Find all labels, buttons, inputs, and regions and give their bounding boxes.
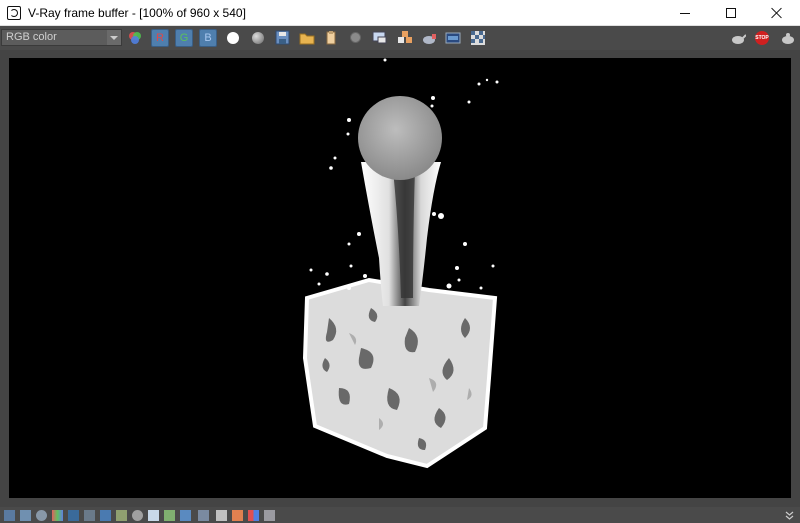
dr-icon[interactable] xyxy=(445,30,461,46)
vray-logo-icon xyxy=(7,5,21,20)
maximize-icon xyxy=(726,8,736,18)
title-bar: V-Ray frame buffer - [100% of 960 x 540] xyxy=(0,0,800,26)
clear-icon[interactable] xyxy=(323,30,339,46)
histogram-icon[interactable] xyxy=(100,510,111,521)
stop-icon[interactable]: STOP xyxy=(755,31,769,45)
chevron-down-icon[interactable] xyxy=(784,510,795,521)
window-title: V-Ray frame buffer - [100% of 960 x 540] xyxy=(28,5,246,20)
chevron-down-icon xyxy=(107,30,121,45)
levels-icon[interactable] xyxy=(164,510,175,521)
gray-sphere-icon[interactable] xyxy=(252,32,264,44)
view-clamped-icon[interactable] xyxy=(20,510,31,521)
channel-colors-icon[interactable] xyxy=(127,30,143,46)
toolbar: RGB color R G B STOP xyxy=(0,26,800,50)
rendered-image xyxy=(302,58,499,469)
folder-icon[interactable] xyxy=(299,30,315,46)
color-clamp-icon[interactable] xyxy=(4,510,15,521)
track-mouse-icon[interactable] xyxy=(372,30,388,46)
maximize-button[interactable] xyxy=(708,0,754,26)
green-channel-button[interactable]: G xyxy=(175,29,193,47)
save-icon[interactable] xyxy=(275,30,291,46)
close-icon xyxy=(771,7,783,19)
curves-icon[interactable] xyxy=(116,510,127,521)
lens-icon[interactable] xyxy=(36,510,47,521)
ocio-icon[interactable] xyxy=(198,510,209,521)
checker-icon[interactable] xyxy=(470,30,486,46)
compare-icon[interactable] xyxy=(232,510,243,521)
close-button[interactable] xyxy=(754,0,800,26)
minimize-button[interactable] xyxy=(662,0,708,26)
status-bar xyxy=(0,507,800,523)
region-icon[interactable] xyxy=(397,30,413,46)
lut-icon[interactable] xyxy=(180,510,191,521)
settings-icon[interactable] xyxy=(132,510,143,521)
red-channel-button[interactable]: R xyxy=(151,29,169,47)
ab-compare-icon[interactable] xyxy=(248,510,259,521)
minimize-icon xyxy=(680,12,690,14)
channel-select[interactable]: RGB color xyxy=(1,29,122,46)
color-corrections-icon[interactable] xyxy=(52,510,63,521)
pixel-info-icon[interactable] xyxy=(264,510,275,521)
background-image-icon[interactable] xyxy=(148,510,159,521)
exposure-icon[interactable] xyxy=(68,510,79,521)
channel-select-value: RGB color xyxy=(6,31,57,43)
h-icon[interactable] xyxy=(216,510,227,521)
dark-circle-icon[interactable] xyxy=(350,32,361,43)
teapot-options-icon[interactable] xyxy=(780,30,796,46)
white-balance-icon[interactable] xyxy=(84,510,95,521)
render-view[interactable] xyxy=(9,58,791,498)
teapot-icon[interactable] xyxy=(730,30,746,46)
white-circle-icon[interactable] xyxy=(227,32,239,44)
teapot-render-icon[interactable] xyxy=(421,30,437,46)
blue-channel-button[interactable]: B xyxy=(199,29,217,47)
